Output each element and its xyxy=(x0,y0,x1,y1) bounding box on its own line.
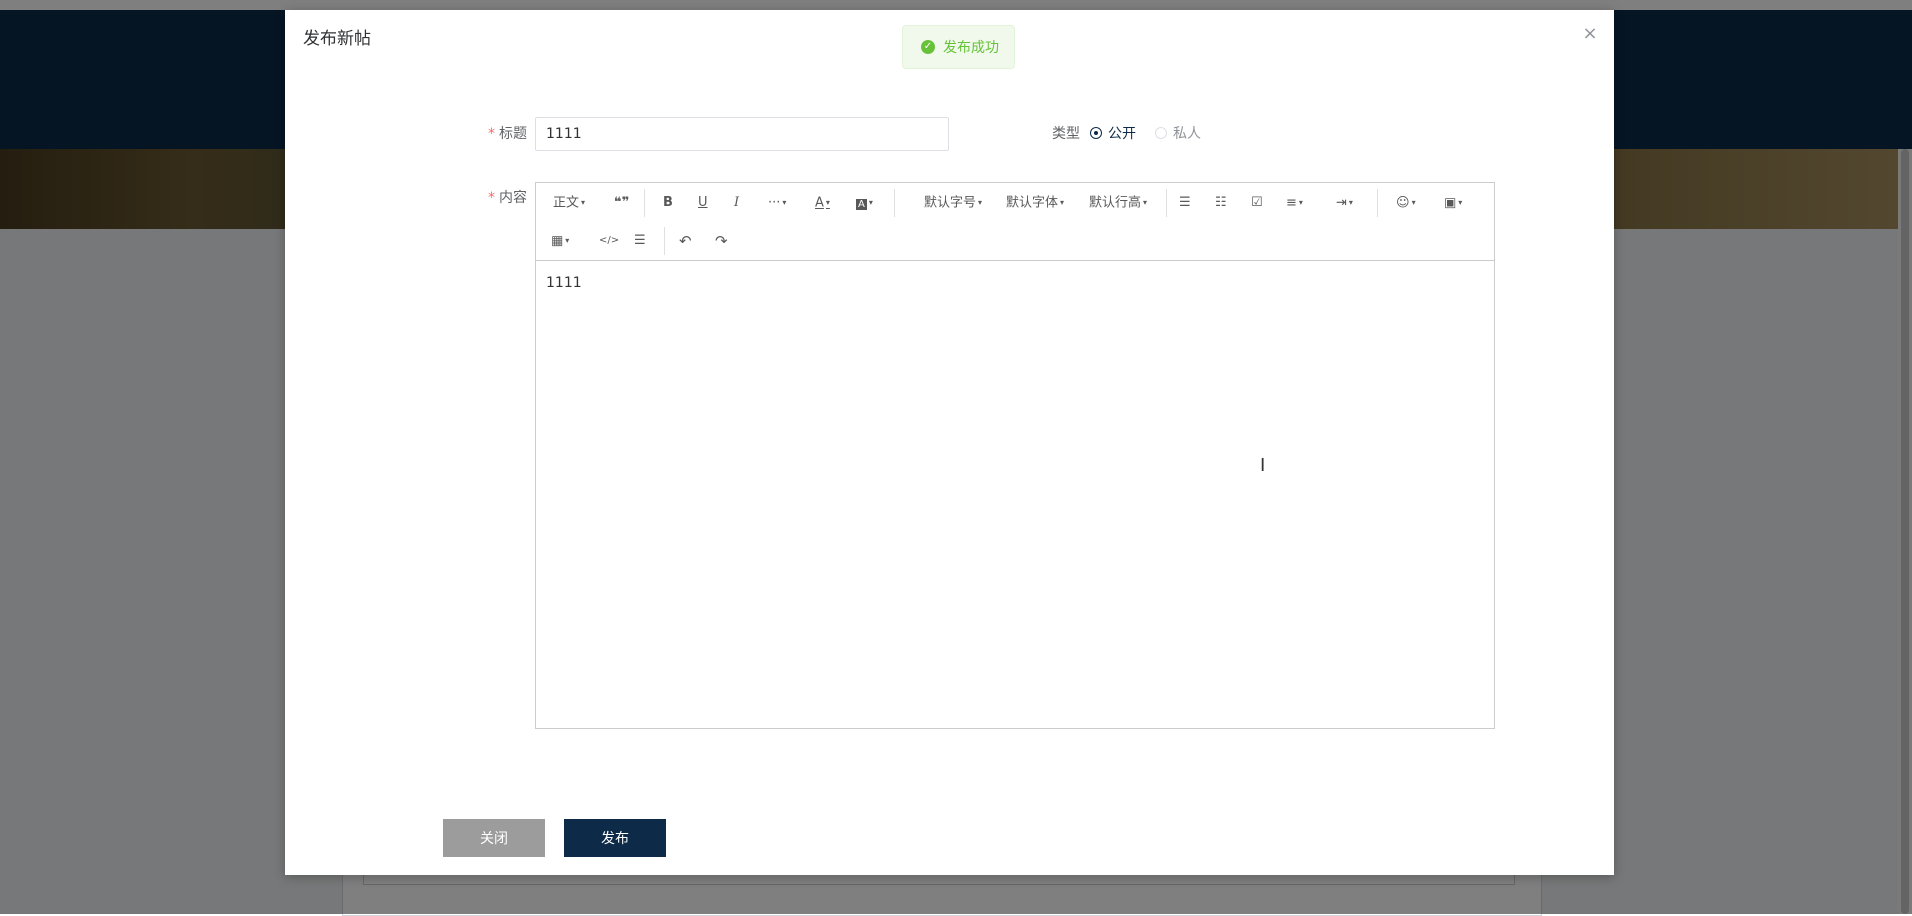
editor-toolbar: 正文 ▾ ❝❞ B U I ··· ▾ A ▾ A ▾ 默认字号 ▾ 默认字体 ▾ 默认行高… xyxy=(536,183,1494,261)
radio-checked-icon xyxy=(1090,127,1102,139)
indent-glyph: ⇥ xyxy=(1336,195,1347,211)
chevron-down-icon: ▾ xyxy=(565,236,570,245)
toolbar-divider xyxy=(894,189,895,217)
numbered-list-icon[interactable]: ☷ xyxy=(1215,191,1227,215)
line-height-label: 默认行高 xyxy=(1089,195,1142,211)
underline-icon[interactable]: U xyxy=(698,191,708,215)
title-input[interactable] xyxy=(535,117,949,151)
indent-icon[interactable]: ⇥ ▾ xyxy=(1336,191,1353,215)
chevron-down-icon: ▾ xyxy=(782,198,787,207)
close-button[interactable]: 关闭 xyxy=(443,819,545,857)
font-color-glyph: A xyxy=(815,195,824,211)
editor-content[interactable]: 1111 xyxy=(546,275,582,291)
toast-message: 发布成功 xyxy=(943,40,999,56)
emoji-glyph: ☺ xyxy=(1396,195,1410,211)
rich-text-editor: 正文 ▾ ❝❞ B U I ··· ▾ A ▾ A ▾ 默认字号 ▾ 默认字体 ▾ 默认行高… xyxy=(535,182,1495,729)
bold-icon[interactable]: B xyxy=(663,191,673,215)
toolbar-divider xyxy=(1377,189,1378,217)
emoji-icon[interactable]: ☺ ▾ xyxy=(1396,191,1416,215)
more-icon-glyph: ··· xyxy=(768,195,781,211)
undo-icon[interactable]: ↶ xyxy=(679,229,692,253)
chevron-down-icon: ▾ xyxy=(1060,198,1065,207)
more-icon[interactable]: ··· ▾ xyxy=(768,191,786,215)
radio-public-label: 公开 xyxy=(1108,126,1136,142)
font-family-dropdown[interactable]: 默认字体 ▾ xyxy=(1006,191,1064,215)
font-size-label: 默认字号 xyxy=(924,195,977,211)
chevron-down-icon: ▾ xyxy=(1143,198,1148,207)
redo-icon[interactable]: ↷ xyxy=(715,229,728,253)
title-label: * 标题 xyxy=(488,123,527,143)
chevron-down-icon: ▾ xyxy=(825,198,830,207)
chevron-down-icon: ▾ xyxy=(1298,198,1303,207)
code-icon[interactable]: </> xyxy=(599,229,619,253)
line-height-dropdown[interactable]: 默认行高 ▾ xyxy=(1089,191,1147,215)
bg-color-icon[interactable]: A ▾ xyxy=(856,191,873,215)
new-post-dialog: 发布新帖 × ✓ 发布成功 *标题 类型 公开 私人 *内容 正文▾ ❝❞ B … xyxy=(285,10,1614,875)
chevron-down-icon: ▾ xyxy=(868,198,873,207)
text-cursor-icon: I xyxy=(1260,455,1266,476)
table-glyph: ▦ xyxy=(551,233,564,249)
type-label: 类型 xyxy=(1052,126,1080,142)
bg-color-glyph: A xyxy=(856,198,867,210)
chevron-down-icon: ▾ xyxy=(1348,198,1353,207)
chevron-down-icon: ▾ xyxy=(1458,198,1463,207)
required-asterisk: * xyxy=(488,190,495,206)
content-label-text: 内容 xyxy=(499,190,527,206)
close-icon[interactable]: × xyxy=(1580,24,1600,44)
dialog-title: 发布新帖 xyxy=(303,29,371,49)
paragraph-dropdown[interactable]: 正文 ▾ xyxy=(553,191,585,215)
image-icon[interactable]: ▣ ▾ xyxy=(1444,191,1462,215)
toolbar-divider xyxy=(644,189,645,217)
publish-button[interactable]: 发布 xyxy=(564,819,666,857)
chevron-down-icon: ▾ xyxy=(1411,198,1416,207)
divider-icon[interactable]: ☰ xyxy=(634,229,646,253)
align-icon[interactable]: ≡ ▾ xyxy=(1286,191,1303,215)
title-label-text: 标题 xyxy=(499,126,527,142)
table-icon[interactable]: ▦ ▾ xyxy=(551,229,569,253)
italic-icon[interactable]: I xyxy=(734,191,739,215)
paragraph-dropdown-label: 正文 xyxy=(553,195,580,211)
font-color-icon[interactable]: A ▾ xyxy=(815,191,830,215)
chevron-down-icon: ▾ xyxy=(581,198,586,207)
check-circle-icon: ✓ xyxy=(921,40,935,54)
image-glyph: ▣ xyxy=(1444,195,1457,211)
align-glyph: ≡ xyxy=(1286,195,1297,211)
chevron-down-icon: ▾ xyxy=(978,198,983,207)
toolbar-divider xyxy=(664,227,665,255)
required-asterisk: * xyxy=(488,126,495,142)
radio-public[interactable]: 公开 xyxy=(1090,123,1136,143)
radio-unchecked-icon xyxy=(1155,127,1167,139)
toolbar-divider xyxy=(1166,189,1167,217)
quote-icon[interactable]: ❝❞ xyxy=(614,191,629,215)
radio-private[interactable]: 私人 xyxy=(1155,123,1201,143)
todo-icon[interactable]: ☑ xyxy=(1251,191,1263,215)
bulleted-list-icon[interactable]: ☰ xyxy=(1179,191,1191,215)
content-label: * 内容 xyxy=(488,187,527,207)
radio-private-label: 私人 xyxy=(1173,126,1201,142)
font-size-dropdown[interactable]: 默认字号 ▾ xyxy=(924,191,982,215)
success-toast: ✓ 发布成功 xyxy=(902,25,1015,69)
font-family-label: 默认字体 xyxy=(1006,195,1059,211)
